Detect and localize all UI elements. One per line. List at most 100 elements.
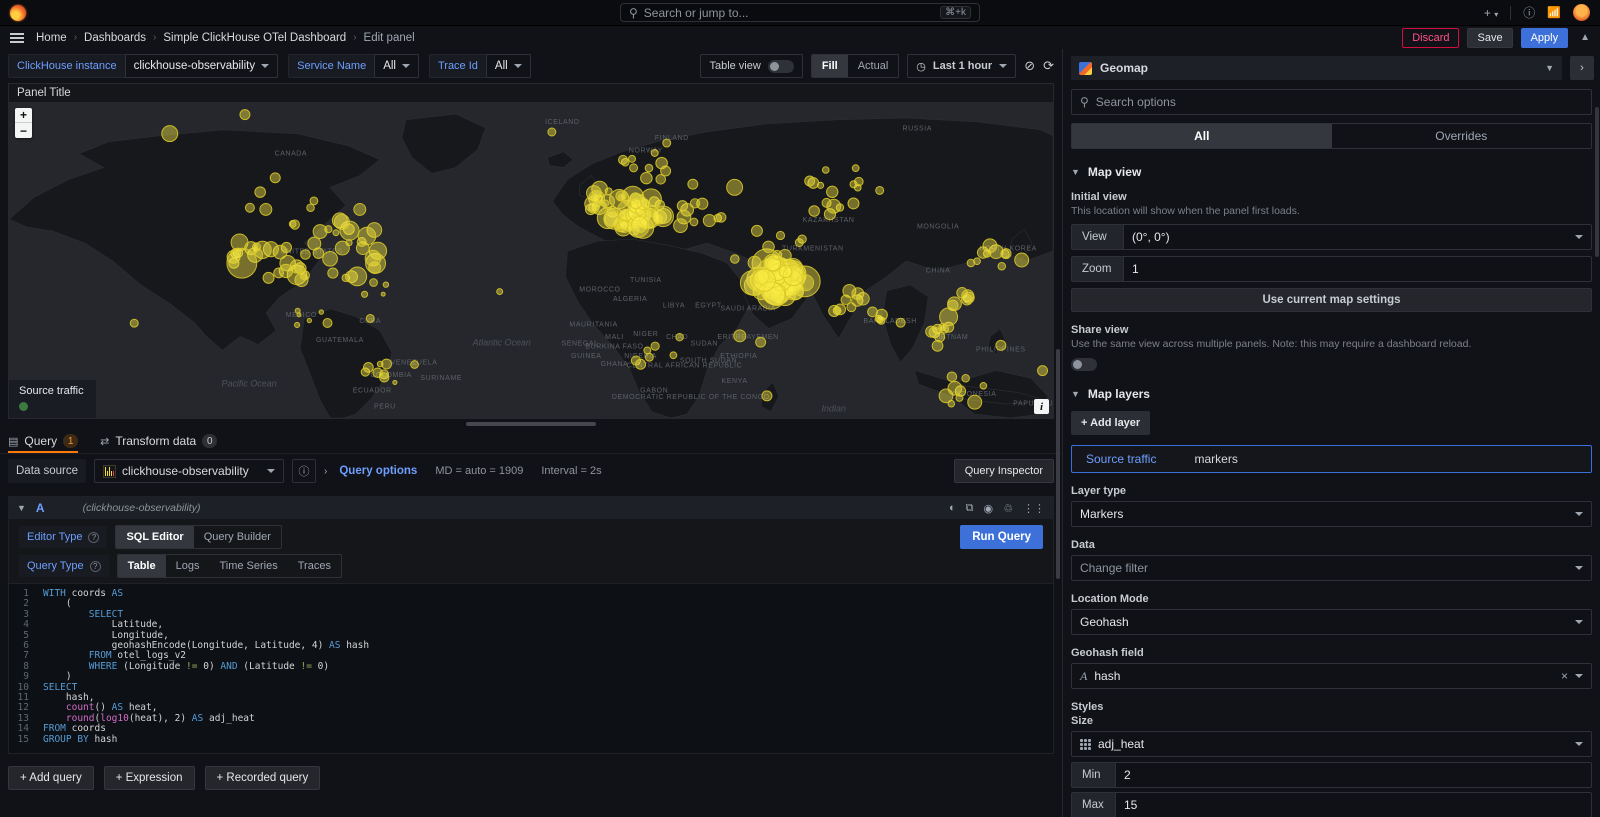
query-type-table[interactable]: Table [118,555,166,577]
map-canvas[interactable]: CANADARUSSIAICELANDNORWAYFINLANDUNITED S… [9,102,1053,418]
query-type-timeseries[interactable]: Time Series [209,555,287,577]
menu-icon[interactable] [10,33,24,43]
breadcrumb-bar: Home › Dashboards › Simple ClickHouse OT… [0,26,1600,49]
tab-overrides[interactable]: Overrides [1332,124,1592,148]
variable-value-dropdown[interactable]: clickhouse-observability [125,54,278,78]
help-icon[interactable]: ⓘ [1523,4,1535,21]
collapse-toolbar-icon[interactable]: ▲ [1580,32,1590,43]
breadcrumb-dashboards[interactable]: Dashboards [84,32,146,44]
zoom-out-button[interactable]: − [15,123,32,138]
view-select[interactable]: (0°, 0°) [1123,224,1592,250]
svg-text:Indian: Indian [822,404,846,414]
datasource-picker[interactable]: clickhouse-observability [94,459,284,483]
attribution-button[interactable]: i [1034,399,1049,414]
options-search-input[interactable]: ⚲ Search options [1071,89,1592,115]
query-type-logs[interactable]: Logs [166,555,210,577]
table-view-toggle[interactable]: Table view [700,54,802,78]
zoom-input[interactable]: 1 [1123,256,1592,282]
max-input[interactable]: 15 [1115,792,1592,817]
query-options-toggle[interactable]: Query options [339,465,417,477]
min-input[interactable]: 2 [1115,762,1592,788]
actual-option[interactable]: Actual [848,55,899,77]
layer-name[interactable]: Source traffic [1086,452,1156,466]
variable-value-dropdown[interactable]: All [374,54,419,78]
hide-response-icon[interactable]: ◉ [984,502,994,515]
query-header[interactable]: ▼ A (clickhouse-observability) ◐ ⧉ ◉ ♲ ⋮… [9,497,1053,519]
tab-all[interactable]: All [1072,124,1332,148]
map-layers-header[interactable]: ▼ Map layers [1071,387,1592,401]
interval: Interval = 2s [541,465,601,477]
info-icon[interactable]: ? [88,532,99,543]
collapse-query-icon[interactable]: ▼ [17,503,26,513]
geohash-field-label: Geohash field [1071,647,1592,659]
info-icon[interactable]: ? [90,561,101,572]
save-button[interactable]: Save [1467,28,1512,48]
data-filter-select[interactable]: Change filter [1071,555,1592,581]
search-icon: ⚲ [1080,95,1089,109]
left-pane-scrollbar[interactable] [1056,349,1060,579]
datasource-help-button[interactable]: ⓘ [292,459,316,483]
add-query-button[interactable]: + Add query [8,766,94,790]
variable-value-dropdown[interactable]: All [486,54,531,78]
sql-editor-option[interactable]: SQL Editor [116,526,193,548]
map-zoom-control: + − [15,108,32,138]
delete-query-icon[interactable]: ♲ [1003,502,1013,515]
share-view-toggle[interactable] [1071,358,1097,371]
map-view-header[interactable]: ▼ Map view [1071,165,1592,179]
expand-icon[interactable]: › [324,466,327,477]
pane-resizer[interactable] [0,419,1062,428]
panel-title[interactable]: Panel Title [9,84,1053,102]
variable-clickhouse-instance: ClickHouse instance clickhouse-observabi… [8,54,278,78]
layer-card[interactable]: Source traffic markers [1071,445,1592,473]
drag-handle-icon[interactable]: ⋮⋮ [1023,502,1045,515]
avatar[interactable] [1573,4,1590,21]
size-field-select[interactable]: adj_heat [1071,731,1592,757]
query-datasource-hint: (clickhouse-observability) [83,502,201,514]
sql-line: 8 WHERE (Longitude != 0) AND (Latitude !… [9,662,1053,672]
discard-button[interactable]: Discard [1402,28,1459,48]
collapse-options-button[interactable]: › [1570,56,1594,80]
svg-text:TUNISIA: TUNISIA [630,277,662,284]
add-menu-button[interactable]: + ▾ [1484,6,1498,20]
apply-button[interactable]: Apply [1521,28,1569,48]
zoom-in-button[interactable]: + [15,108,32,123]
breadcrumb-dashboard-name[interactable]: Simple ClickHouse OTel Dashboard [163,32,346,44]
layer-type-select[interactable]: Markers [1071,501,1592,527]
editor-type-switch: SQL Editor Query Builder [115,525,282,549]
refresh-icon[interactable]: ⟳ [1043,58,1054,74]
chevron-down-icon [1575,512,1583,516]
toggle-off[interactable] [768,60,794,73]
sidebar-scrollbar[interactable] [1595,107,1599,257]
fill-option[interactable]: Fill [812,55,848,77]
duplicate-icon[interactable]: ⧉ [966,502,974,515]
location-mode-select[interactable]: Geohash [1071,609,1592,635]
use-current-map-settings-button[interactable]: Use current map settings [1071,288,1592,312]
sql-line: 3 SELECT [9,610,1053,620]
run-query-button[interactable]: Run Query [960,525,1043,549]
clear-icon[interactable]: × [1561,669,1568,683]
geomap-icon [1079,62,1092,75]
global-search-input[interactable]: ⚲ Search or jump to... ⌘+k [620,3,980,22]
legend-title: Source traffic [19,385,84,397]
svg-text:ALGERIA: ALGERIA [613,296,647,303]
tab-transform-data[interactable]: ⇄ Transform data 0 [100,434,217,453]
zoom-out-time-icon[interactable]: ⊘ [1024,58,1035,74]
tab-query[interactable]: ▤ Query 1 [8,434,78,453]
geohash-field-select[interactable]: A hash × [1071,663,1592,689]
grafana-logo-icon[interactable] [10,5,26,21]
add-layer-button[interactable]: + Add layer [1071,411,1150,435]
add-expression-button[interactable]: + Expression [104,766,195,790]
query-type-label: Query Type? [19,555,109,577]
panel-type-selector[interactable]: Geomap ▼ [1071,56,1562,80]
variable-label: Service Name [288,54,374,78]
recorded-query-button[interactable]: + Recorded query [205,766,321,790]
query-builder-option[interactable]: Query Builder [194,526,281,548]
query-inspector-button[interactable]: Query Inspector [954,459,1054,483]
news-icon[interactable]: 📶 [1547,6,1561,19]
sql-editor[interactable]: 1WITH coords AS2 (3 SELECT4 Latitude,5 L… [9,583,1053,753]
query-type-traces[interactable]: Traces [288,555,341,577]
time-range-picker[interactable]: ◷ Last 1 hour [907,54,1016,78]
search-placeholder: Search or jump to... [644,6,749,20]
breadcrumb-home[interactable]: Home [36,32,67,44]
chart-icon[interactable]: ◐ [949,502,956,514]
